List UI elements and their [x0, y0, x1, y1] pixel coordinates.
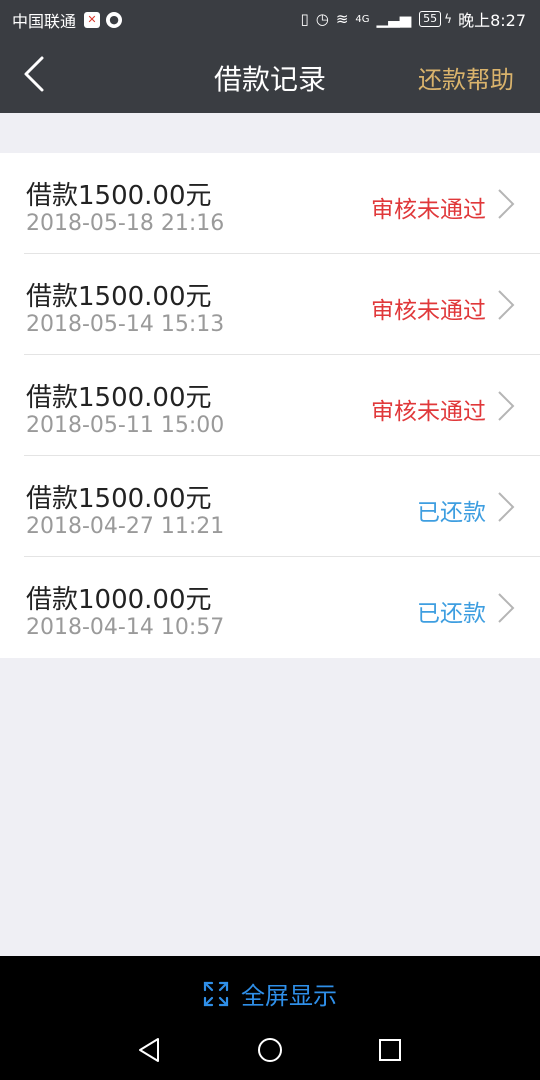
record-status: 审核未通过: [371, 197, 486, 223]
chevron-right-icon: [498, 290, 515, 320]
status-time: 晚上8:27: [458, 11, 526, 30]
system-navigation-bar: [0, 1028, 540, 1080]
loan-record-row[interactable]: 借款1500.00元 2018-05-11 15:00 审核未通过: [0, 355, 540, 456]
status-left: 中国联通 ✕ ●: [12, 8, 128, 32]
alarm-icon: ◷: [315, 10, 329, 28]
record-amount: 借款1500.00元: [26, 383, 212, 413]
nav-bar: 借款记录 还款帮助: [0, 36, 540, 113]
chevron-right-icon: [498, 492, 515, 522]
carrier-label: 中国联通: [12, 12, 77, 31]
signal-icon: ▁▃▅: [376, 10, 412, 28]
record-date: 2018-04-27 11:21: [26, 514, 225, 539]
record-status: 审核未通过: [371, 298, 486, 324]
record-amount: 借款1500.00元: [26, 181, 212, 211]
record-date: 2018-05-18 21:16: [26, 211, 225, 236]
battery-icon: 55: [419, 11, 442, 27]
network-label: 4G: [355, 13, 370, 25]
nav-recent-icon[interactable]: [374, 1034, 406, 1066]
app-notification-icon: ✕: [84, 12, 101, 28]
nav-back-icon[interactable]: [134, 1034, 166, 1066]
record-amount: 借款1500.00元: [26, 282, 212, 312]
nav-home-icon[interactable]: [254, 1034, 286, 1066]
chevron-right-icon: [498, 593, 515, 623]
record-date: 2018-05-14 15:13: [26, 312, 225, 337]
fullscreen-label: 全屏显示: [241, 982, 337, 1010]
repayment-help-link[interactable]: 还款帮助: [418, 60, 514, 95]
status-right: ▯ ◷ ≋ 4G ▁▃▅ 55 ϟ 晚上8:27: [293, 7, 526, 31]
wifi-icon: ≋: [335, 10, 349, 28]
loan-record-row[interactable]: 借款1500.00元 2018-05-18 21:16 审核未通过: [0, 153, 540, 254]
status-bar: 中国联通 ✕ ● ▯ ◷ ≋ 4G ▁▃▅ 55 ϟ 晚上8:27: [0, 0, 540, 36]
record-amount: 借款1000.00元: [26, 585, 212, 615]
fullscreen-icon: [203, 981, 229, 1006]
record-date: 2018-05-11 15:00: [26, 413, 225, 438]
record-status: 已还款: [417, 601, 486, 627]
chevron-right-icon: [498, 391, 515, 421]
chevron-right-icon: [498, 189, 515, 219]
charging-icon: ϟ: [444, 12, 453, 26]
chat-notification-icon: ●: [106, 12, 123, 28]
record-date: 2018-04-14 10:57: [26, 615, 225, 640]
fullscreen-bar: 全屏显示: [0, 956, 540, 1028]
record-status: 审核未通过: [371, 399, 486, 425]
loan-record-row[interactable]: 借款1500.00元 2018-05-14 15:13 审核未通过: [0, 254, 540, 355]
loan-record-row[interactable]: 借款1000.00元 2018-04-14 10:57 已还款: [0, 557, 540, 658]
fullscreen-button[interactable]: 全屏显示: [0, 976, 540, 1011]
loan-record-row[interactable]: 借款1500.00元 2018-04-27 11:21 已还款: [0, 456, 540, 557]
record-amount: 借款1500.00元: [26, 484, 212, 514]
vibrate-icon: ▯: [300, 10, 309, 28]
loan-record-list: 借款1500.00元 2018-05-18 21:16 审核未通过 借款1500…: [0, 153, 540, 658]
record-status: 已还款: [417, 500, 486, 526]
